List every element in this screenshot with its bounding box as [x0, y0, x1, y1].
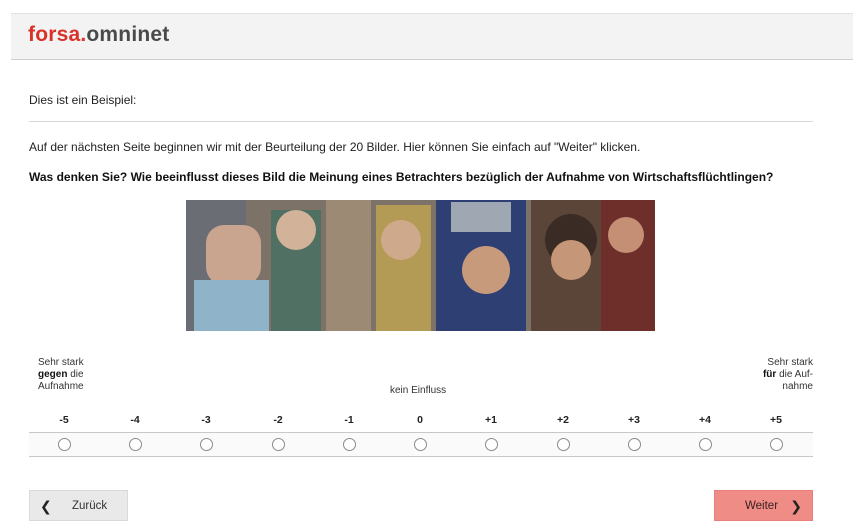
rating-radio-minus3[interactable] — [199, 438, 213, 451]
right-label-line3: nahme — [782, 381, 813, 392]
scale-value: +4 — [699, 414, 711, 426]
rating-radio-minus1[interactable] — [342, 438, 356, 451]
scale-value: -4 — [130, 414, 140, 426]
scale-value: +5 — [770, 414, 782, 426]
scale-value: +1 — [485, 414, 497, 426]
logo-product: omninet — [86, 23, 170, 46]
right-label-bold: für — [762, 369, 777, 380]
rating-radio-0[interactable] — [413, 438, 427, 451]
chevron-left-icon: ❮ — [40, 498, 52, 514]
instruction-text: Auf der nächsten Seite beginnen wir mit … — [29, 140, 641, 154]
left-label-bold: gegen — [38, 369, 68, 380]
left-label-line2: gegen die — [38, 369, 98, 381]
rating-radio-minus5[interactable] — [57, 438, 71, 451]
right-label-line1: Sehr stark — [767, 357, 813, 368]
next-button-label: Weiter — [745, 500, 779, 512]
right-label-after-bold: die Auf- — [776, 369, 813, 380]
scale-value: -3 — [201, 414, 211, 426]
rating-radio-plus5[interactable] — [769, 438, 783, 451]
right-label-line2: für die Auf- — [733, 369, 813, 381]
rating-radio-plus4[interactable] — [698, 438, 712, 451]
header-bar: forsa.omninet — [11, 13, 853, 60]
scale-values: -5 -4 -3 -2 -1 0 +1 +2 +3 +4 +5 — [29, 414, 813, 428]
scale-value: +3 — [628, 414, 640, 426]
rating-radio-plus1[interactable] — [484, 438, 498, 451]
rating-radio-minus4[interactable] — [128, 438, 142, 451]
forsa-omninet-logo: forsa.omninet — [28, 23, 169, 47]
next-button[interactable]: Weiter ❯ — [714, 490, 813, 521]
left-label-after-bold: die — [67, 369, 84, 380]
question-photo — [186, 200, 655, 331]
rating-radio-row — [29, 432, 813, 457]
chevron-right-icon: ❯ — [790, 498, 802, 514]
scale-right-label: Sehr stark für die Auf- nahme — [733, 357, 813, 393]
left-label-line3: Aufnahme — [38, 381, 84, 392]
back-button[interactable]: ❮ Zurück — [29, 490, 128, 521]
intro-text: Dies ist ein Beispiel: — [29, 93, 137, 107]
scale-value: -5 — [59, 414, 69, 426]
rating-radio-plus3[interactable] — [627, 438, 641, 451]
rating-radio-plus2[interactable] — [556, 438, 570, 451]
scale-value: -1 — [344, 414, 354, 426]
logo-brand: forsa — [28, 23, 81, 46]
scale-left-label: Sehr stark gegen die Aufnahme — [38, 357, 98, 393]
scale-value: 0 — [417, 414, 423, 426]
divider — [29, 121, 813, 122]
scale-value: +2 — [557, 414, 569, 426]
scale-value: -2 — [273, 414, 283, 426]
scale-center-label: kein Einfluss — [390, 385, 447, 396]
left-label-line1: Sehr stark — [38, 357, 84, 368]
back-button-label: Zurück — [72, 500, 108, 512]
rating-radio-minus2[interactable] — [271, 438, 285, 451]
question-text: Was denken Sie? Wie beeinflusst dieses B… — [29, 170, 774, 184]
